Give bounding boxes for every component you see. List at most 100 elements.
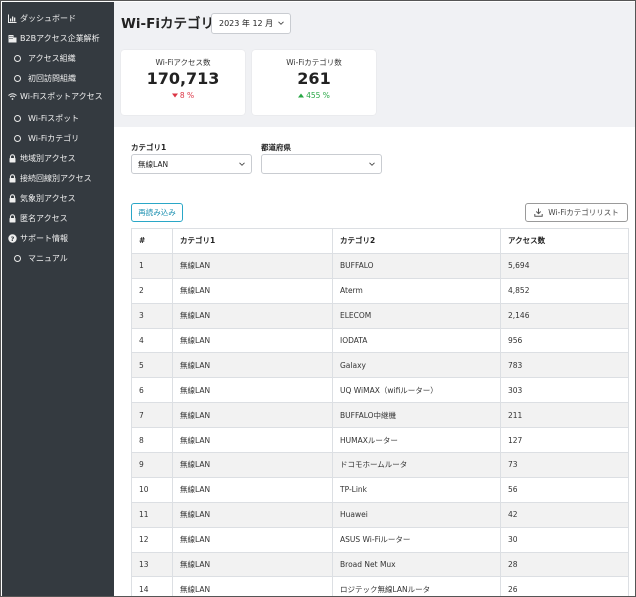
chevron-down-icon xyxy=(239,162,245,166)
wifi-icon xyxy=(8,92,17,101)
chevron-down-icon xyxy=(369,162,375,166)
sidebar-item-anonymous-access[interactable]: 匿名アクセス xyxy=(2,208,114,228)
prefecture-select[interactable] xyxy=(261,154,382,174)
cell-category1: 無線LAN xyxy=(172,252,333,279)
sidebar-item-label: 匿名アクセス xyxy=(20,213,68,223)
download-icon xyxy=(534,208,543,217)
circle-icon xyxy=(14,134,21,142)
sidebar-item-manual[interactable]: マニュアル xyxy=(2,248,114,268)
cell-index: 3 xyxy=(131,302,173,329)
table-row[interactable]: 7 無線LAN BUFFALO中継機 211 xyxy=(131,402,629,429)
cell-category1: 無線LAN xyxy=(172,526,333,553)
cell-access-count: 26 xyxy=(500,576,629,596)
table-row[interactable]: 4 無線LAN IODATA 956 xyxy=(131,327,629,354)
sidebar-item-label: 地域別アクセス xyxy=(20,153,76,163)
page-title: Wi-Fiカテゴリ xyxy=(121,16,214,32)
cell-access-count: 783 xyxy=(500,352,629,379)
cell-index: 11 xyxy=(131,501,173,528)
main-content: Wi-Fiカテゴリ 2023 年 12 月 Wi-Fiアクセス数 170,713… xyxy=(114,2,635,596)
cell-index: 13 xyxy=(131,551,173,578)
cell-category2: BUFFALO中継機 xyxy=(332,402,501,429)
sidebar-item-first-visit-orgs[interactable]: 初回訪問組織 xyxy=(2,68,114,88)
chart-bar-icon xyxy=(8,14,17,23)
table-row[interactable]: 6 無線LAN UQ WiMAX（wifiルーター） 303 xyxy=(131,377,629,404)
table-body: 1 無線LAN BUFFALO 5,694 2 無線LAN Aterm 4,852 3 無線LAN… xyxy=(131,252,629,596)
cell-access-count: 5,694 xyxy=(500,252,629,279)
category1-select[interactable]: 無線LAN xyxy=(131,154,252,174)
sidebar-item-dashboard[interactable]: ダッシュボード xyxy=(2,8,114,28)
wifi-category-list-download-button[interactable]: Wi-Fiカテゴリリスト xyxy=(525,203,628,222)
sidebar-item-label: 接続回線別アクセス xyxy=(20,173,92,183)
cell-category2: HUMAXルーター xyxy=(332,427,501,454)
cell-access-count: 42 xyxy=(500,501,629,528)
lock-icon xyxy=(8,213,17,223)
reload-button[interactable]: 再読み込み xyxy=(131,203,183,222)
month-select-value: 2023 年 12 月 xyxy=(219,19,274,28)
table-row[interactable]: 10 無線LAN TP-Link 56 xyxy=(131,476,629,503)
table-row[interactable]: 5 無線LAN Galaxy 783 xyxy=(131,352,629,379)
cell-category2: ELECOM xyxy=(332,302,501,329)
card-value: 170,713 xyxy=(146,69,220,88)
table-row[interactable]: 8 無線LAN HUMAXルーター 127 xyxy=(131,427,629,454)
sidebar-item-weather-access[interactable]: 気象別アクセス xyxy=(2,188,114,208)
lock-icon xyxy=(8,153,17,163)
question-circle-icon: ? xyxy=(8,233,17,243)
table-row[interactable]: 12 無線LAN ASUS Wi-Fiルーター 30 xyxy=(131,526,629,553)
table-row[interactable]: 9 無線LAN ドコモホームルータ 73 xyxy=(131,452,629,478)
sidebar-item-wifi-category[interactable]: Wi-Fiカテゴリ xyxy=(2,128,114,148)
column-header-access-count[interactable]: アクセス数 xyxy=(500,228,629,254)
cell-index: 4 xyxy=(131,327,173,354)
sidebar-item-label: アクセス組織 xyxy=(28,53,76,63)
cell-access-count: 56 xyxy=(500,476,629,503)
table-header-row: # カテゴリ1 カテゴリ2 アクセス数 xyxy=(131,228,629,254)
sidebar-item-label: 初回訪問組織 xyxy=(28,73,76,83)
table-row[interactable]: 3 無線LAN ELECOM 2,146 xyxy=(131,302,629,329)
sidebar-item-label: Wi-Fiスポットアクセス xyxy=(20,92,103,101)
card-label: Wi-Fiアクセス数 xyxy=(155,58,211,67)
column-header-category2[interactable]: カテゴリ2 xyxy=(332,228,501,254)
table-row[interactable]: 14 無線LAN ロジテック無線LANルータ 26 xyxy=(131,576,629,596)
cell-index: 5 xyxy=(131,352,173,379)
sidebar-item-line-access[interactable]: 接続回線別アクセス xyxy=(2,168,114,188)
cell-category2: ドコモホームルータ xyxy=(332,452,501,478)
cell-category2: ASUS Wi-Fiルーター xyxy=(332,526,501,553)
card-change-value: 8 % xyxy=(179,91,195,100)
sidebar-item-wifi-spot[interactable]: Wi-Fiスポット xyxy=(2,108,114,128)
lock-icon xyxy=(8,173,17,183)
sidebar-item-label: マニュアル xyxy=(28,253,68,263)
column-header-category1[interactable]: カテゴリ1 xyxy=(172,228,333,254)
sidebar-item-wifi-spot-access[interactable]: Wi-Fiスポットアクセス xyxy=(2,88,114,108)
card-value: 261 xyxy=(297,69,331,88)
sidebar-item-region-access[interactable]: 地域別アクセス xyxy=(2,148,114,168)
table-row[interactable]: 13 無線LAN Broad Net Mux 28 xyxy=(131,551,629,578)
table-row[interactable]: 2 無線LAN Aterm 4,852 xyxy=(131,277,629,304)
cell-access-count: 28 xyxy=(500,551,629,578)
svg-text:?: ? xyxy=(11,235,15,243)
cell-category1: 無線LAN xyxy=(172,277,333,304)
circle-icon xyxy=(14,254,21,262)
cell-access-count: 956 xyxy=(500,327,629,354)
cell-category2: UQ WiMAX（wifiルーター） xyxy=(332,377,501,404)
sidebar-item-label: サポート情報 xyxy=(20,233,68,243)
circle-icon xyxy=(14,74,21,82)
cell-access-count: 4,852 xyxy=(500,277,629,304)
table-row[interactable]: 11 無線LAN Huawei 42 xyxy=(131,501,629,528)
category1-label: カテゴリ1 xyxy=(131,143,167,152)
cell-access-count: 303 xyxy=(500,377,629,404)
cell-index: 7 xyxy=(131,402,173,429)
sidebar-item-b2b-analysis[interactable]: B2Bアクセス企業解析 xyxy=(2,28,114,48)
month-select[interactable]: 2023 年 12 月 xyxy=(211,13,291,34)
card-change: 8 % xyxy=(121,91,245,100)
sidebar-item-support[interactable]: ? サポート情報 xyxy=(2,228,114,248)
cell-index: 12 xyxy=(131,526,173,553)
cell-index: 1 xyxy=(131,252,173,279)
building-icon xyxy=(8,34,17,43)
column-header-index[interactable]: # xyxy=(131,228,173,254)
cell-category1: 無線LAN xyxy=(172,327,333,354)
table-row[interactable]: 1 無線LAN BUFFALO 5,694 xyxy=(131,252,629,279)
sidebar-item-label: B2Bアクセス企業解析 xyxy=(20,33,100,43)
sidebar-item-access-orgs[interactable]: アクセス組織 xyxy=(2,48,114,68)
lock-icon xyxy=(8,193,17,203)
download-button-label: Wi-Fiカテゴリリスト xyxy=(548,208,619,217)
cell-index: 8 xyxy=(131,427,173,454)
